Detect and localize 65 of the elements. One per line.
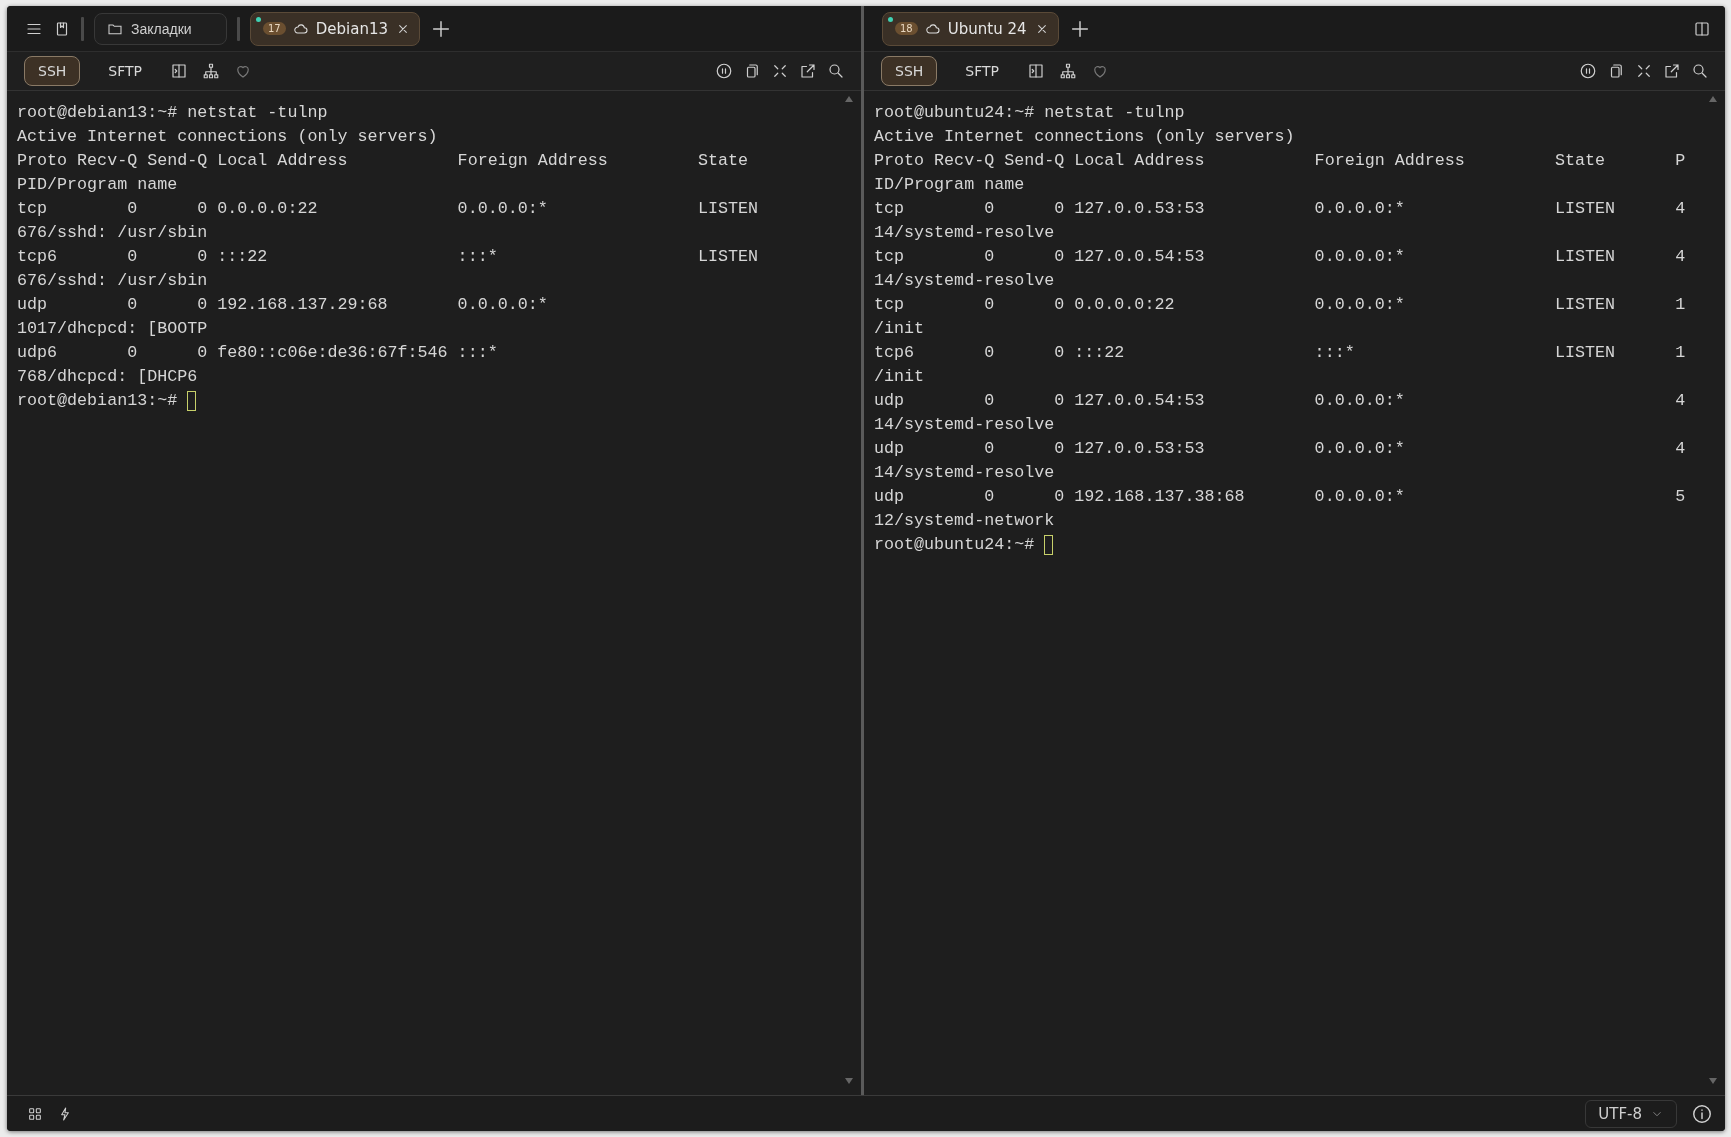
terminal-line: /init — [874, 318, 925, 340]
scroll-down-icon[interactable] — [1708, 1077, 1718, 1085]
terminal-line: 14/systemd-resolve — [874, 270, 1055, 292]
mode-tab[interactable]: SSH — [24, 56, 81, 86]
scroll-up-icon[interactable] — [844, 95, 854, 103]
network-icon[interactable] — [202, 62, 220, 80]
mode-tab[interactable]: SFTP — [951, 56, 1013, 86]
terminal-line: tcp6 0 0 :::22 :::* LISTEN 1 — [874, 342, 1686, 364]
terminal-line: udp 0 0 192.168.137.38:68 0.0.0.0:* 5 — [874, 486, 1686, 508]
session-tab[interactable]: 18 Ubuntu 24 — [882, 11, 1059, 46]
panel-icon[interactable] — [170, 62, 188, 80]
text-cursor — [1044, 535, 1054, 555]
external-link-icon[interactable] — [1663, 62, 1681, 80]
terminal-line: tcp6 0 0 :::22 :::* LISTEN — [17, 246, 759, 268]
info-icon[interactable] — [1691, 1102, 1713, 1125]
terminal-line: tcp 0 0 0.0.0.0:22 0.0.0.0:* LISTEN — [17, 198, 759, 220]
scroll-up-icon[interactable] — [1708, 95, 1718, 103]
pause-icon[interactable] — [1579, 62, 1597, 80]
mode-tab[interactable]: SSH — [881, 56, 938, 86]
terminal-line: ID/Program name — [874, 174, 1025, 196]
collapse-icon[interactable] — [771, 62, 789, 80]
terminal-line: udp 0 0 127.0.0.54:53 0.0.0.0:* 4 — [874, 390, 1686, 412]
terminal-line: 676/sshd: /usr/sbin — [17, 222, 208, 244]
terminal-line: root@ubuntu24:~# netstat -tulnp — [874, 102, 1185, 124]
terminal-line: Active Internet connections (only servers) — [874, 126, 1295, 148]
terminal-line: 676/sshd: /usr/sbin — [17, 270, 208, 292]
terminal-line: Proto Recv-Q Send-Q Local Address Foreign Address State P — [874, 150, 1686, 172]
terminal-line: 12/systemd-network — [874, 510, 1055, 532]
tab-count-badge: 18 — [895, 22, 918, 35]
panel-icon[interactable] — [1027, 62, 1045, 80]
terminal-line: 14/systemd-resolve — [874, 462, 1055, 484]
tab-title: Ubuntu 24 — [947, 19, 1027, 38]
tab-title: Debian13 — [315, 19, 388, 38]
terminal-line: Proto Recv-Q Send-Q Local Address Foreign Address State — [17, 150, 749, 172]
terminal-line: 14/systemd-resolve — [874, 222, 1055, 244]
grid-icon[interactable] — [27, 1105, 43, 1122]
terminal-line: tcp 0 0 127.0.0.53:53 0.0.0.0:* LISTEN 4 — [874, 198, 1686, 220]
collapse-icon[interactable] — [1635, 62, 1653, 80]
pause-icon[interactable] — [715, 62, 733, 80]
terminal-line: tcp 0 0 0.0.0.0:22 0.0.0.0:* LISTEN 1 — [874, 294, 1686, 316]
terminal-line: /init — [874, 366, 925, 388]
session-tab[interactable]: 17 Debian13 — [250, 11, 420, 46]
terminal-line: root@debian13:~# netstat -tulnp — [17, 102, 328, 124]
terminal-line: udp 0 0 192.168.137.29:68 0.0.0.0:* — [17, 294, 548, 316]
terminal-line: tcp 0 0 127.0.0.54:53 0.0.0.0:* LISTEN 4 — [874, 246, 1686, 268]
terminal-line: Active Internet connections (only servers) — [17, 126, 438, 148]
terminal-line: udp6 0 0 fe80::c06e:de36:67f:546 :::* — [17, 342, 498, 364]
network-icon[interactable] — [1059, 62, 1077, 80]
terminal-prompt: root@ubuntu24:~# — [874, 534, 1035, 556]
search-icon[interactable] — [827, 62, 845, 80]
terminal-line: PID/Program name — [17, 174, 178, 196]
scroll-down-icon[interactable] — [844, 1077, 854, 1085]
terminal-line: 768/dhcpcd: [DHCP6 — [17, 366, 198, 388]
mode-tab[interactable]: SFTP — [94, 56, 156, 86]
terminal-prompt: root@debian13:~# — [17, 390, 178, 412]
split-view-icon[interactable] — [1693, 19, 1711, 38]
terminal-line: 1017/dhcpcd: [BOOTP — [17, 318, 208, 340]
text-cursor — [187, 391, 197, 411]
bookmarks-button[interactable]: Закладки — [94, 12, 227, 45]
search-icon[interactable] — [1691, 62, 1709, 80]
terminal-line: 14/systemd-resolve — [874, 414, 1055, 436]
external-link-icon[interactable] — [799, 62, 817, 80]
encoding-dropdown[interactable]: UTF-8 — [1585, 1099, 1677, 1128]
tab-count-badge: 17 — [263, 22, 286, 35]
terminal-line: udp 0 0 127.0.0.53:53 0.0.0.0:* 4 — [874, 438, 1686, 460]
